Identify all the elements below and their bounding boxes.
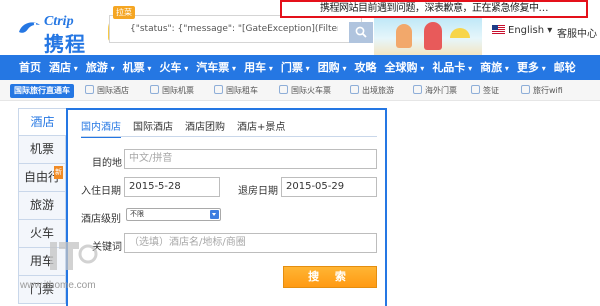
train-icon bbox=[279, 85, 288, 94]
hotel-level-value: 不限 bbox=[130, 210, 144, 218]
nav-item-3[interactable]: 机票 bbox=[119, 55, 156, 80]
nav-item-5[interactable]: 汽车票 bbox=[192, 55, 240, 80]
watermark-url: www.ithome.com bbox=[20, 280, 96, 291]
international-travel-tag[interactable]: 国际旅行直通车 bbox=[10, 84, 74, 98]
hotel-icon bbox=[85, 85, 94, 94]
search-box[interactable]: 拉菜 {"status": {"message": "[GateExceptio… bbox=[109, 6, 362, 43]
chevron-down-icon: ▾ bbox=[544, 25, 553, 36]
nav-item-4[interactable]: 火车 bbox=[155, 55, 192, 80]
dolphin-icon bbox=[19, 22, 40, 33]
us-flag-icon bbox=[492, 25, 505, 34]
subnav-item-intl-car[interactable]: 国际租车 bbox=[214, 85, 258, 96]
subnav-item-wifi[interactable]: 旅行wifi bbox=[521, 85, 563, 96]
logo-cn: 携程 bbox=[44, 32, 86, 56]
tab-hotel-plus-scenic[interactable]: 酒店+景点 bbox=[237, 118, 285, 138]
plane-icon bbox=[150, 85, 159, 94]
search-input[interactable]: {"status": {"message": "[GateException](… bbox=[130, 19, 338, 39]
customer-service-link[interactable]: 客服中心 bbox=[557, 25, 597, 40]
tab-hotel[interactable]: 酒店 bbox=[18, 108, 66, 136]
language-selector[interactable]: English ▾ bbox=[492, 25, 552, 36]
ctrip-logo[interactable]: Ctrip 携程 bbox=[16, 14, 116, 56]
promo-banner[interactable] bbox=[374, 18, 482, 55]
visa-icon bbox=[471, 85, 480, 94]
destination-input[interactable]: 中文/拼音 bbox=[124, 149, 377, 169]
tab-flight[interactable]: 机票 bbox=[18, 136, 66, 164]
hotel-type-tabs: 国内酒店 国际酒店 酒店团购 酒店+景点 bbox=[81, 118, 297, 138]
chevron-down-icon bbox=[210, 210, 219, 219]
tab-divider bbox=[81, 136, 377, 137]
nav-item-8[interactable]: 团购 bbox=[314, 55, 351, 80]
search-submit-button[interactable]: 搜 索 bbox=[283, 266, 377, 288]
keyword-input[interactable]: （选填）酒店名/地标/商圈 bbox=[124, 233, 377, 253]
nav-item-0[interactable]: 首页 bbox=[0, 55, 45, 80]
subnav-item-visa[interactable]: 签证 bbox=[471, 85, 499, 96]
hotel-search-panel: 国内酒店 国际酒店 酒店团购 酒店+景点 目的地 中文/拼音 入住日期 2015… bbox=[66, 108, 387, 306]
checkin-label: 入住日期 bbox=[81, 186, 121, 197]
wifi-icon bbox=[521, 85, 530, 94]
subnav-item-overseas-tickets[interactable]: 海外门票 bbox=[413, 85, 457, 96]
promo-figure-middle bbox=[424, 22, 442, 50]
international-subnav: 国际旅行直通车 国际酒店 国际机票 国际租车 国际火车票 出境旅游 海外门票 签… bbox=[0, 80, 600, 101]
search-icon bbox=[355, 26, 367, 38]
subnav-item-intl-flight[interactable]: 国际机票 bbox=[150, 85, 194, 96]
nav-item-14[interactable]: 邮轮 bbox=[550, 55, 580, 80]
tab-intl-hotel[interactable]: 国际酒店 bbox=[133, 118, 173, 138]
nav-item-10[interactable]: 全球购 bbox=[381, 55, 429, 80]
new-badge: 新 bbox=[54, 166, 63, 179]
checkout-date-input[interactable]: 2015-05-29 bbox=[281, 177, 377, 197]
hotel-level-select[interactable]: 不限 bbox=[126, 208, 221, 221]
tour-icon bbox=[350, 85, 359, 94]
nav-item-1[interactable]: 酒店 bbox=[45, 55, 82, 80]
subnav-item-intl-train[interactable]: 国际火车票 bbox=[279, 85, 331, 96]
nav-item-6[interactable]: 用车 bbox=[240, 55, 277, 80]
subnav-item-outbound-tour[interactable]: 出境旅游 bbox=[350, 85, 394, 96]
tab-tour[interactable]: 旅游 bbox=[18, 192, 66, 220]
ithome-watermark-logo bbox=[50, 242, 98, 270]
ticket-icon bbox=[413, 85, 422, 94]
promo-figure-left bbox=[396, 24, 412, 48]
destination-label: 目的地 bbox=[92, 158, 122, 169]
search-badge: 拉菜 bbox=[113, 6, 135, 19]
nav-item-13[interactable]: 更多 bbox=[513, 55, 550, 80]
ctrip-page: Ctrip 携程 拉菜 {"status": {"message": "[Gat… bbox=[0, 0, 600, 306]
nav-item-2[interactable]: 旅游 bbox=[82, 55, 119, 80]
subnav-item-intl-hotel[interactable]: 国际酒店 bbox=[85, 85, 129, 96]
checkin-date-input[interactable]: 2015-5-28 bbox=[124, 177, 220, 197]
promo-figure-right bbox=[450, 28, 470, 38]
main-nav: 首页酒店旅游机票火车汽车票用车门票团购攻略全球购礼品卡商旅更多邮轮 bbox=[0, 55, 600, 80]
hotel-level-label: 酒店级别 bbox=[81, 214, 121, 225]
checkout-label: 退房日期 bbox=[238, 186, 278, 197]
language-label: English bbox=[508, 25, 545, 36]
error-notice: 携程网站目前遇到问题，深表歉意，正在紧急修复中… bbox=[280, 0, 588, 18]
tab-hotel-groupbuy[interactable]: 酒店团购 bbox=[185, 118, 225, 138]
nav-item-11[interactable]: 礼品卡 bbox=[428, 55, 476, 80]
tab-free-travel[interactable]: 自由行新 bbox=[18, 164, 66, 192]
nav-item-7[interactable]: 门票 bbox=[277, 55, 314, 80]
search-button[interactable] bbox=[349, 22, 373, 43]
nav-item-12[interactable]: 商旅 bbox=[476, 55, 513, 80]
nav-item-9[interactable]: 攻略 bbox=[351, 55, 381, 80]
tab-domestic-hotel[interactable]: 国内酒店 bbox=[81, 118, 121, 138]
car-icon bbox=[214, 85, 223, 94]
